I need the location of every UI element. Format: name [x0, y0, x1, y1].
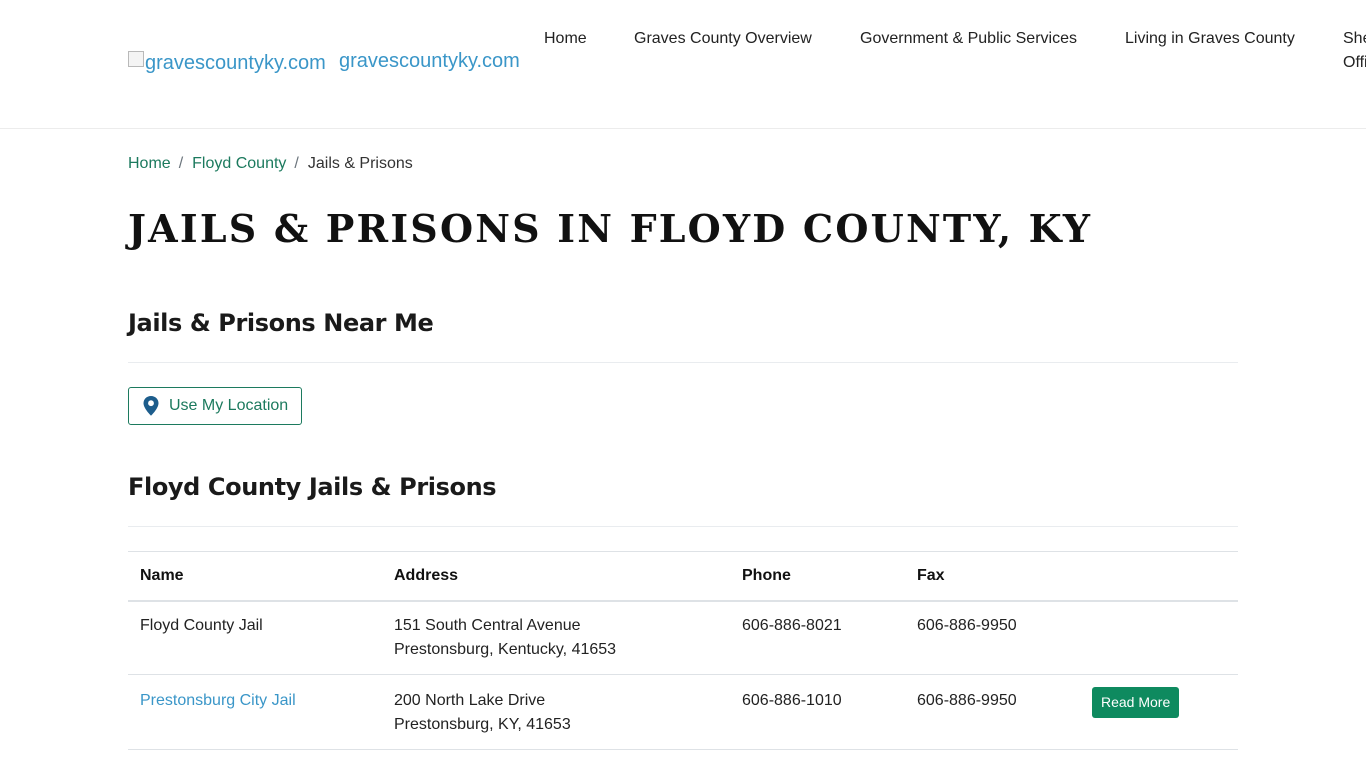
- breadcrumb-home[interactable]: Home: [128, 154, 171, 174]
- jail-fax: 606-886-9950: [905, 601, 1080, 675]
- site-header: gravescountyky.com gravescountyky.com Ho…: [0, 0, 1366, 129]
- nav-living-in-graves-county[interactable]: Living in Graves County: [1125, 30, 1295, 48]
- nav-sheriff-office[interactable]: Sheriff Office: [1343, 27, 1366, 75]
- address-line-1: 151 South Central Avenue: [394, 617, 581, 634]
- jail-address: 200 North Lake Drive Prestonsburg, KY, 4…: [382, 674, 730, 750]
- column-header-phone: Phone: [730, 551, 905, 602]
- column-header-name: Name: [128, 551, 382, 602]
- divider: [128, 362, 1238, 363]
- nav-home[interactable]: Home: [544, 30, 587, 48]
- jail-phone: 606-886-1010: [730, 674, 905, 750]
- read-more-button[interactable]: Read More: [1092, 687, 1180, 718]
- map-pin-icon: [143, 396, 159, 416]
- breadcrumb-separator: /: [294, 155, 299, 172]
- breadcrumb: Home / Floyd County / Jails & Prisons: [128, 154, 413, 174]
- jail-name: Prestonsburg City Jail: [128, 674, 382, 750]
- breadcrumb-current: Jails & Prisons: [307, 155, 413, 172]
- jail-action: Read More: [1080, 674, 1238, 750]
- table-header-row: Name Address Phone Fax: [128, 551, 1238, 602]
- jail-fax: 606-886-9950: [905, 674, 1080, 750]
- page-title: JAILS & PRISONS IN FLOYD COUNTY, KY: [128, 206, 1093, 251]
- broken-image-icon: [128, 51, 144, 67]
- logo-alt-text: gravescountyky.com: [145, 51, 326, 74]
- jail-address: 151 South Central Avenue Prestonsburg, K…: [382, 601, 730, 675]
- table-row: Floyd County Jail 151 South Central Aven…: [128, 601, 1238, 675]
- address-line-2: Prestonsburg, KY, 41653: [394, 716, 571, 733]
- column-header-action: [1080, 551, 1238, 602]
- use-my-location-button[interactable]: Use My Location: [128, 387, 302, 425]
- jail-name-link[interactable]: Prestonsburg City Jail: [140, 692, 296, 709]
- nav-graves-county-overview[interactable]: Graves County Overview: [634, 30, 812, 48]
- divider: [128, 526, 1238, 527]
- near-me-heading: Jails & Prisons Near Me: [128, 309, 434, 337]
- column-header-address: Address: [382, 551, 730, 602]
- breadcrumb-floyd-county[interactable]: Floyd County: [192, 154, 286, 174]
- site-logo-image[interactable]: gravescountyky.com: [128, 50, 326, 76]
- jail-name: Floyd County Jail: [128, 601, 382, 675]
- column-header-fax: Fax: [905, 551, 1080, 602]
- address-line-2: Prestonsburg, Kentucky, 41653: [394, 641, 617, 658]
- site-name-link[interactable]: gravescountyky.com: [339, 50, 520, 73]
- use-my-location-label: Use My Location: [169, 397, 289, 414]
- listing-heading: Floyd County Jails & Prisons: [128, 473, 497, 501]
- jail-phone: 606-886-8021: [730, 601, 905, 675]
- jails-table: Name Address Phone Fax Floyd County Jail…: [128, 551, 1238, 750]
- address-line-1: 200 North Lake Drive: [394, 692, 546, 709]
- nav-government-public-services[interactable]: Government & Public Services: [860, 30, 1077, 48]
- jail-action: [1080, 601, 1238, 675]
- table-row: Prestonsburg City Jail 200 North Lake Dr…: [128, 674, 1238, 750]
- breadcrumb-separator: /: [178, 155, 184, 172]
